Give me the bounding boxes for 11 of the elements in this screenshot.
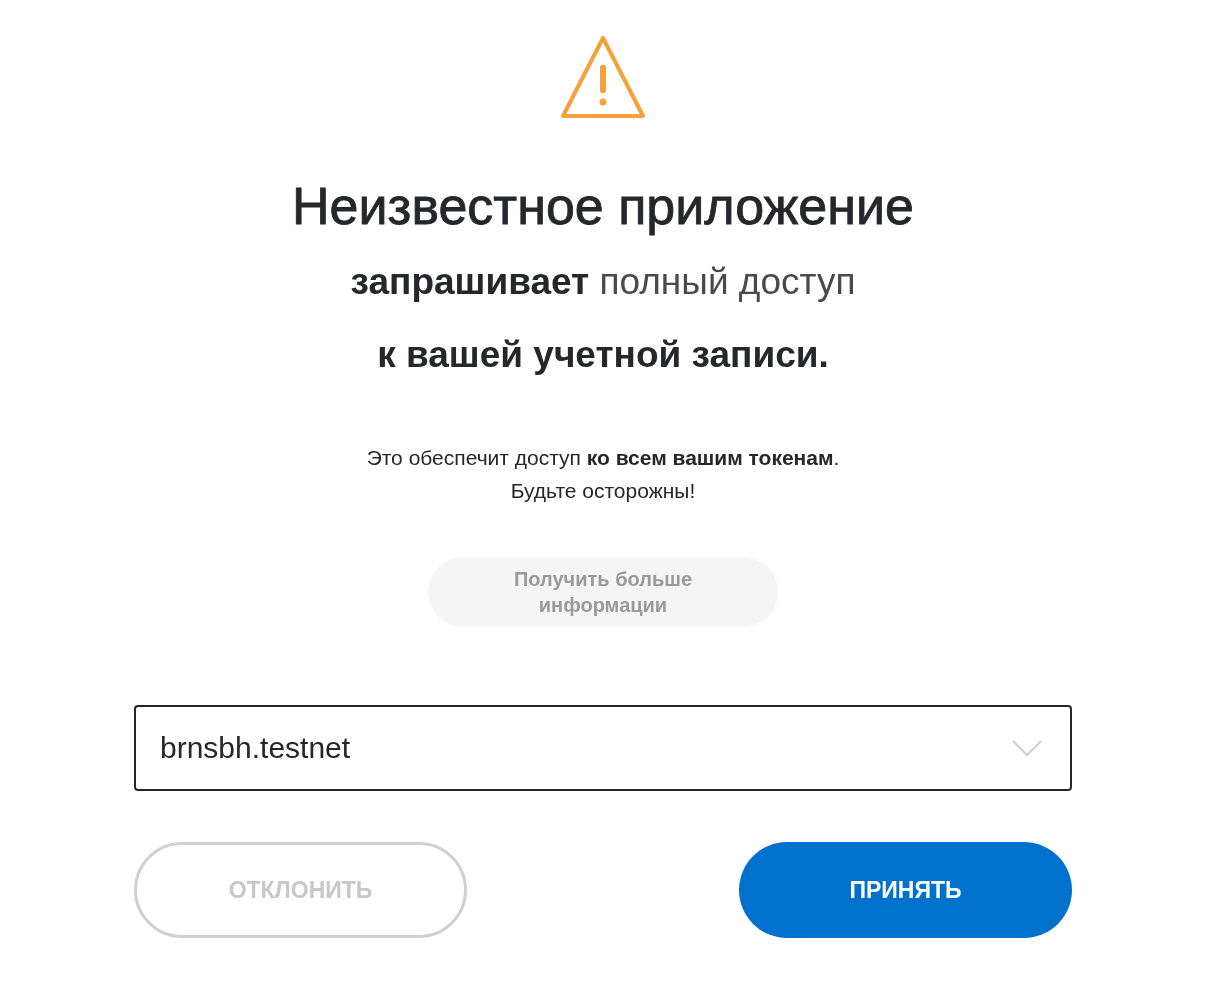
title: Неизвестное приложение — [292, 176, 914, 237]
notice-text: Будьте осторожны! — [510, 478, 696, 504]
accept-button[interactable]: ПРИНЯТЬ — [739, 842, 1072, 938]
notice-text: Это обеспечит доступ ко всем вашим токенам. — [366, 445, 840, 471]
more-info-button[interactable]: Получить больше информации — [428, 557, 778, 627]
subtitle: к вашей учетной записи. — [377, 333, 829, 377]
subtitle: запрашивает полный доступ — [350, 260, 856, 304]
account-value: brnsbh.testnet — [160, 731, 351, 765]
account-select[interactable]: brnsbh.testnet — [134, 705, 1072, 791]
chevron-down-icon — [1012, 740, 1042, 756]
warning-icon — [560, 35, 646, 119]
